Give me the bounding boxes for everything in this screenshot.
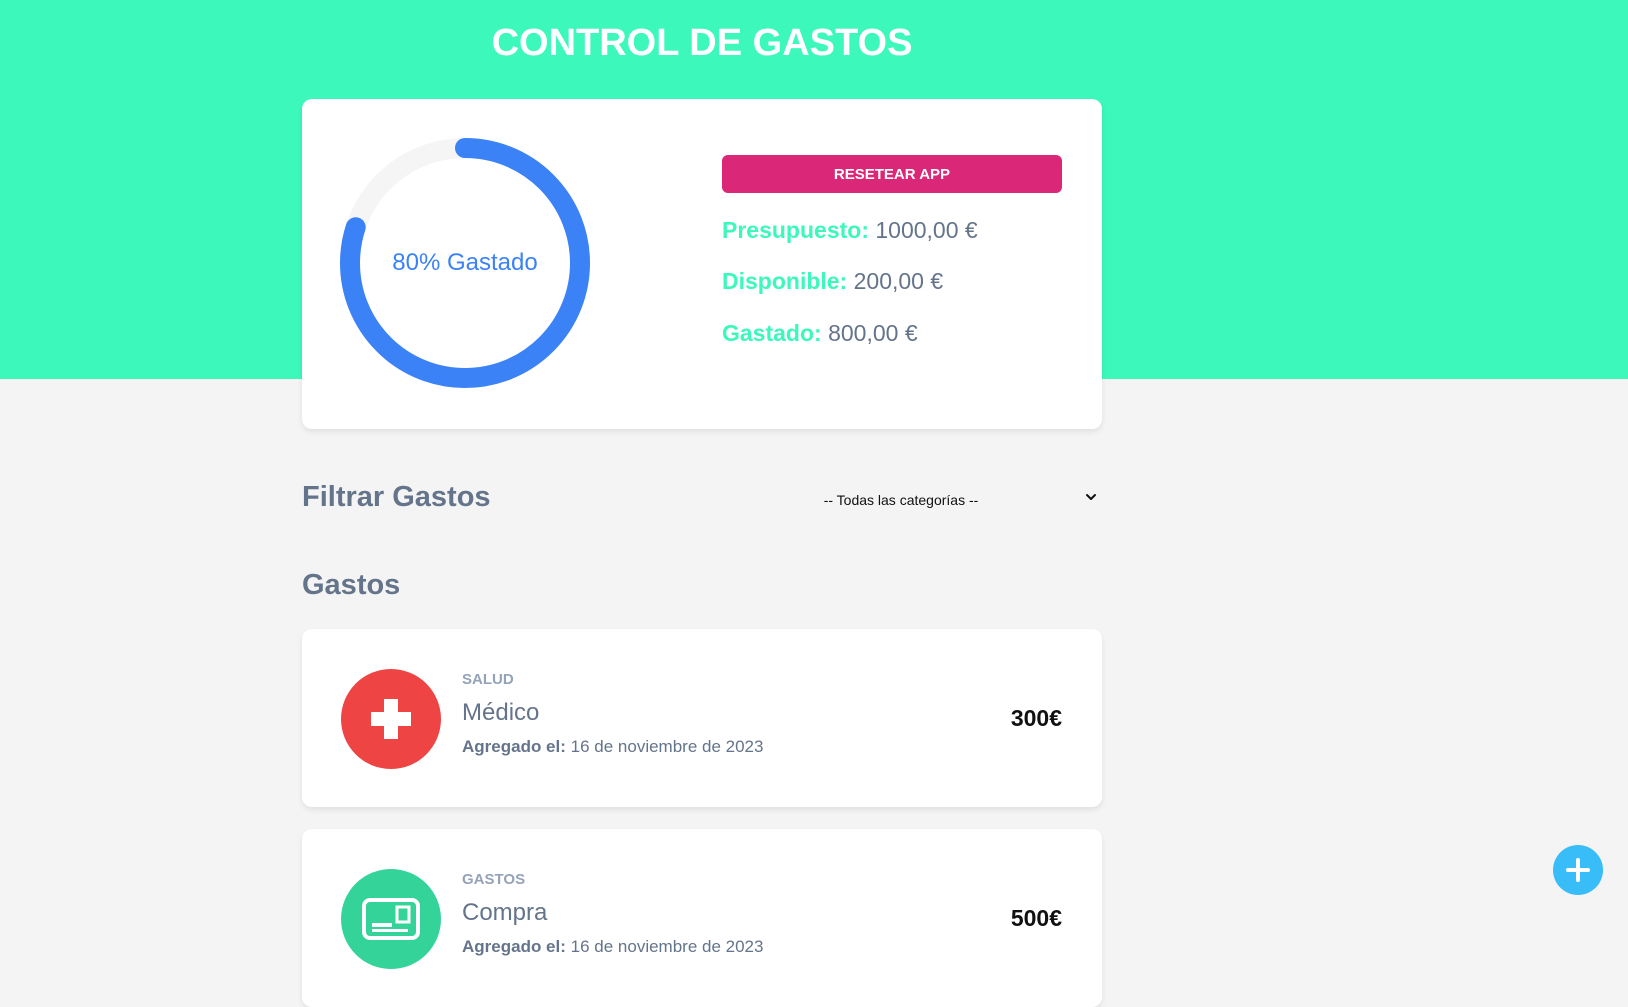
category-filter: -- Todas las categorías -- (700, 486, 1102, 514)
expense-category: SALUD (462, 671, 514, 688)
budget-stat: Presupuesto: 1000,00 € (722, 217, 978, 244)
card-icon (341, 869, 441, 969)
expense-name: Médico (462, 699, 540, 726)
filter-title: Filtrar Gastos (302, 481, 491, 513)
add-expense-button[interactable] (1553, 845, 1603, 895)
expense-date-label: Agregado el: (462, 737, 566, 756)
reset-app-button[interactable]: RESETEAR APP (722, 155, 1062, 193)
expense-date-label: Agregado el: (462, 937, 566, 956)
expense-category: GASTOS (462, 871, 526, 888)
expense-date-value: 16 de noviembre de 2023 (570, 937, 764, 956)
expense-name: Compra (462, 899, 548, 926)
available-stat: Disponible: 200,00 € (722, 268, 943, 295)
expense-date: Agregado el: 16 de noviembre de 2023 (462, 737, 763, 757)
expense-item[interactable]: SALUD Médico Agregado el: 16 de noviembr… (302, 629, 1102, 807)
budget-stat-value: 1000,00 € (875, 217, 978, 243)
card-icon-glyph (362, 898, 420, 940)
expense-date-value: 16 de noviembre de 2023 (570, 737, 764, 756)
medical-cross-icon-glyph (371, 699, 411, 739)
available-stat-value: 200,00 € (853, 268, 944, 294)
spent-stat-label: Gastado: (722, 320, 822, 346)
plus-icon (1566, 858, 1590, 882)
available-stat-label: Disponible: (722, 268, 848, 294)
budget-card: 80% Gastado RESETEAR APP Presupuesto: 10… (302, 99, 1102, 429)
expense-amount: 500€ (1010, 905, 1062, 931)
expense-amount: 300€ (1010, 705, 1062, 731)
budget-stat-label: Presupuesto: (722, 217, 869, 243)
category-filter-select[interactable]: -- Todas las categorías -- (700, 486, 1102, 514)
budget-progress-donut: 80% Gastado (340, 138, 590, 388)
expense-item[interactable]: GASTOS Compra Agregado el: 16 de noviemb… (302, 829, 1102, 1007)
medical-cross-icon (341, 669, 441, 769)
expenses-title: Gastos (302, 569, 401, 601)
spent-stat-value: 800,00 € (828, 320, 918, 346)
expense-date: Agregado el: 16 de noviembre de 2023 (462, 937, 763, 957)
page-title: CONTROL DE GASTOS (491, 22, 913, 64)
percent-spent-label: 80% Gastado (392, 249, 538, 276)
spent-stat: Gastado: 800,00 € (722, 320, 918, 347)
